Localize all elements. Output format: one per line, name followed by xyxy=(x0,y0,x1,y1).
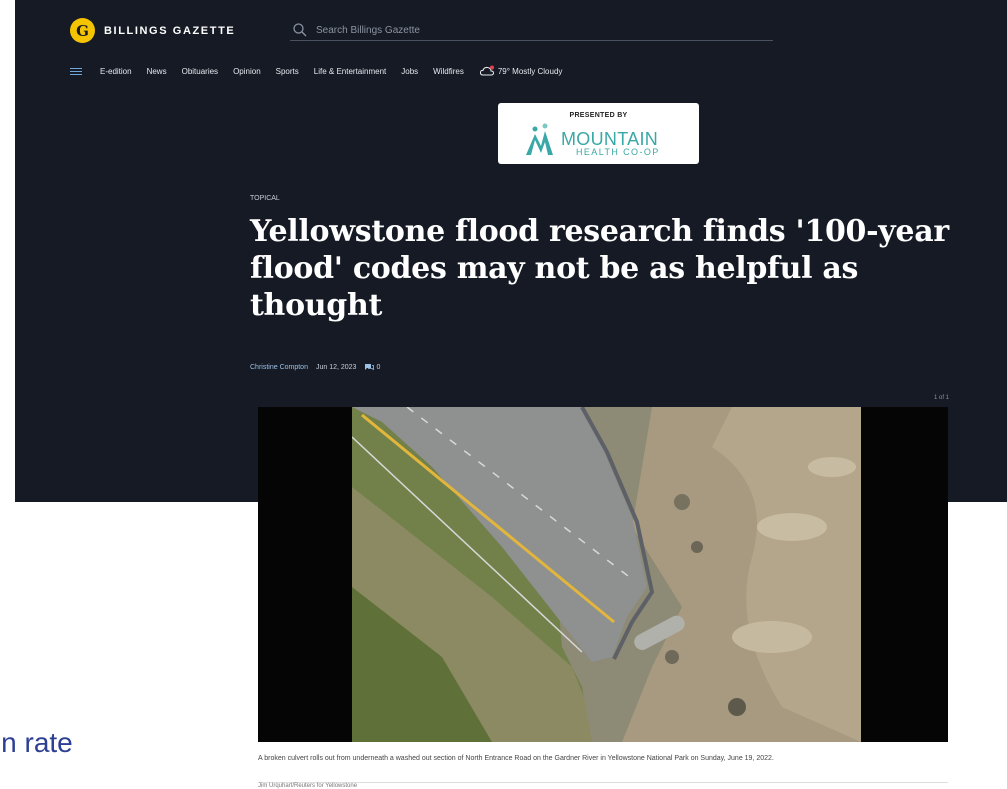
byline: Christine Compton Jun 12, 2023 0 xyxy=(250,363,380,371)
gazette-logo-icon: G xyxy=(70,18,95,43)
slide-text-fragment: pen rate xyxy=(0,727,73,758)
comment-count[interactable]: 0 xyxy=(376,364,380,371)
author-link[interactable]: Christine Compton xyxy=(250,364,308,371)
gallery-counter: 1 of 1 xyxy=(933,395,949,401)
search-bar[interactable] xyxy=(290,20,773,41)
hamburger-menu-icon[interactable] xyxy=(70,66,82,77)
article-headline: Yellowstone flood research finds '100-ye… xyxy=(250,214,949,323)
weather-widget[interactable]: 79° Mostly Cloudy xyxy=(479,65,563,77)
nav-item-sports[interactable]: Sports xyxy=(276,67,299,76)
comment-icon[interactable] xyxy=(364,363,375,371)
mountain-health-logo-icon xyxy=(526,123,553,155)
nav-item-news[interactable]: News xyxy=(147,67,167,76)
lead-photo[interactable] xyxy=(352,407,861,742)
weather-text: 79° Mostly Cloudy xyxy=(497,66,563,76)
sponsor-subname: HEALTH CO-OP xyxy=(576,147,660,157)
site-name: BILLINGS GAZETTE xyxy=(104,24,236,37)
cloud-icon xyxy=(479,65,494,76)
search-input[interactable] xyxy=(314,23,738,37)
nav-item-opinion[interactable]: Opinion xyxy=(233,67,261,76)
main-nav: E-edition News Obituaries Opinion Sports… xyxy=(70,65,562,77)
nav-item-obituaries[interactable]: Obituaries xyxy=(182,67,218,76)
topic-tag[interactable]: TOPICAL xyxy=(250,195,280,202)
caption-divider xyxy=(258,782,948,783)
nav-item-life-entertainment[interactable]: Life & Entertainment xyxy=(314,67,386,76)
site-logo[interactable]: G BILLINGS GAZETTE xyxy=(70,18,235,43)
search-icon xyxy=(293,23,307,37)
lead-photo-frame[interactable] xyxy=(258,407,948,742)
publish-date: Jun 12, 2023 xyxy=(315,363,357,371)
photo-credit: Jim Urquhart/Reuters for Yellowstone xyxy=(258,783,358,789)
nav-item-jobs[interactable]: Jobs xyxy=(401,67,418,76)
sponsor-label: PRESENTED BY xyxy=(569,112,628,119)
nav-item-e-edition[interactable]: E-edition xyxy=(100,67,132,76)
photo-caption: A broken culvert rolls out from undernea… xyxy=(258,755,774,762)
nav-item-wildfires[interactable]: Wildfires xyxy=(433,67,464,76)
sponsor-badge[interactable]: PRESENTED BY MOUNTAIN HEALTH CO-OP xyxy=(498,103,699,164)
